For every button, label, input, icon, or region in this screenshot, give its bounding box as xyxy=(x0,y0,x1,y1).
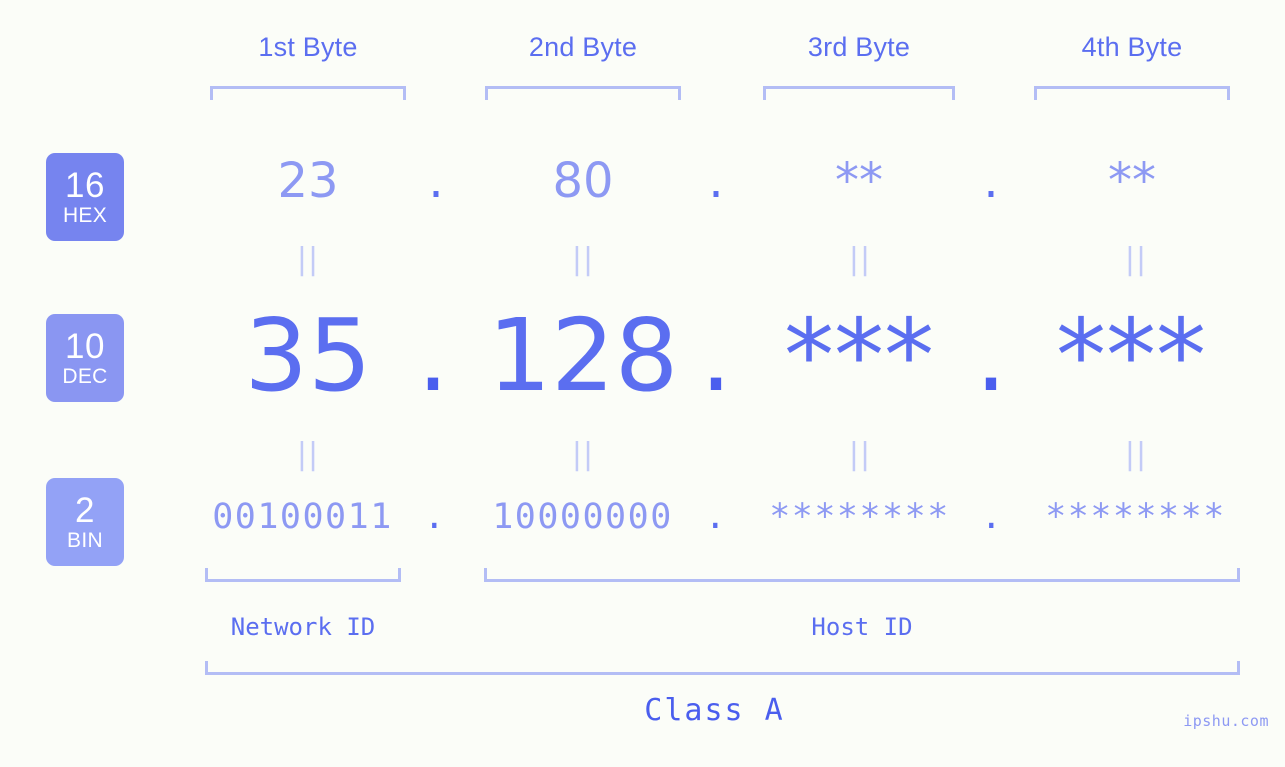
network-id-label: Network ID xyxy=(230,613,376,641)
bin-byte-1: 00100011 xyxy=(212,497,393,537)
hex-byte-1: 23 xyxy=(277,153,339,209)
class-label: Class A xyxy=(0,693,1285,728)
class-bracket xyxy=(205,661,1240,675)
base-badge-bin: 2 BIN xyxy=(46,478,124,566)
dec-byte-4: *** xyxy=(1056,297,1206,414)
equals-connector-2-bottom: || xyxy=(571,437,595,472)
base-badge-dec: 10 DEC xyxy=(46,314,124,402)
bin-separator-3: . xyxy=(980,497,1004,537)
byte-bracket-3 xyxy=(763,86,955,100)
host-id-label: Host ID xyxy=(811,613,913,641)
bin-byte-3: ******** xyxy=(769,497,950,537)
byte-header-label-4: 4th Byte xyxy=(1081,32,1183,62)
byte-bracket-2 xyxy=(485,86,681,100)
hex-byte-4: ** xyxy=(1108,153,1156,209)
hex-byte-3: ** xyxy=(835,153,883,209)
class-label-text: Class A xyxy=(644,693,785,728)
equals-connector-1-bottom: || xyxy=(296,437,320,472)
hex-separator-3: . xyxy=(983,153,999,209)
base-badge-hex-label: HEX xyxy=(62,204,108,227)
base-badge-dec-number: 10 xyxy=(65,327,105,366)
bin-separator-2: . xyxy=(704,497,728,537)
hex-separator-2: . xyxy=(708,153,724,209)
equals-connector-4-top: || xyxy=(1124,242,1148,277)
equals-connector-3-bottom: || xyxy=(848,437,872,472)
hex-byte-2: 80 xyxy=(552,153,614,209)
hex-separator-1: . xyxy=(428,153,444,209)
host-id-bracket xyxy=(484,568,1240,582)
dec-byte-2: 128 xyxy=(487,297,679,414)
byte-bracket-1 xyxy=(210,86,406,100)
ip-byte-breakdown-diagram: 1st Byte 2nd Byte 3rd Byte 4th Byte 16 H… xyxy=(0,0,1285,767)
byte-bracket-4 xyxy=(1034,86,1230,100)
byte-header-label-1: 1st Byte xyxy=(258,32,358,62)
dec-byte-3: *** xyxy=(784,297,934,414)
base-badge-bin-label: BIN xyxy=(67,529,103,552)
network-id-bracket xyxy=(205,568,401,582)
byte-header-label-3: 3rd Byte xyxy=(807,32,911,62)
equals-connector-3-top: || xyxy=(848,242,872,277)
bin-byte-2: 10000000 xyxy=(492,497,673,537)
dec-separator-2: . xyxy=(700,297,732,414)
base-badge-dec-label: DEC xyxy=(62,365,108,388)
base-badge-hex: 16 HEX xyxy=(46,153,124,241)
bin-byte-4: ******** xyxy=(1045,497,1226,537)
byte-header-label-2: 2nd Byte xyxy=(528,32,638,62)
watermark: ipshu.com xyxy=(1183,712,1269,730)
dec-separator-1: . xyxy=(417,297,449,414)
base-badge-hex-number: 16 xyxy=(65,166,105,205)
equals-connector-1-top: || xyxy=(296,242,320,277)
dec-separator-3: . xyxy=(975,297,1007,414)
base-badge-bin-number: 2 xyxy=(75,491,95,530)
equals-connector-2-top: || xyxy=(571,242,595,277)
dec-byte-1: 35 xyxy=(244,297,372,414)
bin-separator-1: . xyxy=(423,497,447,537)
equals-connector-4-bottom: || xyxy=(1124,437,1148,472)
